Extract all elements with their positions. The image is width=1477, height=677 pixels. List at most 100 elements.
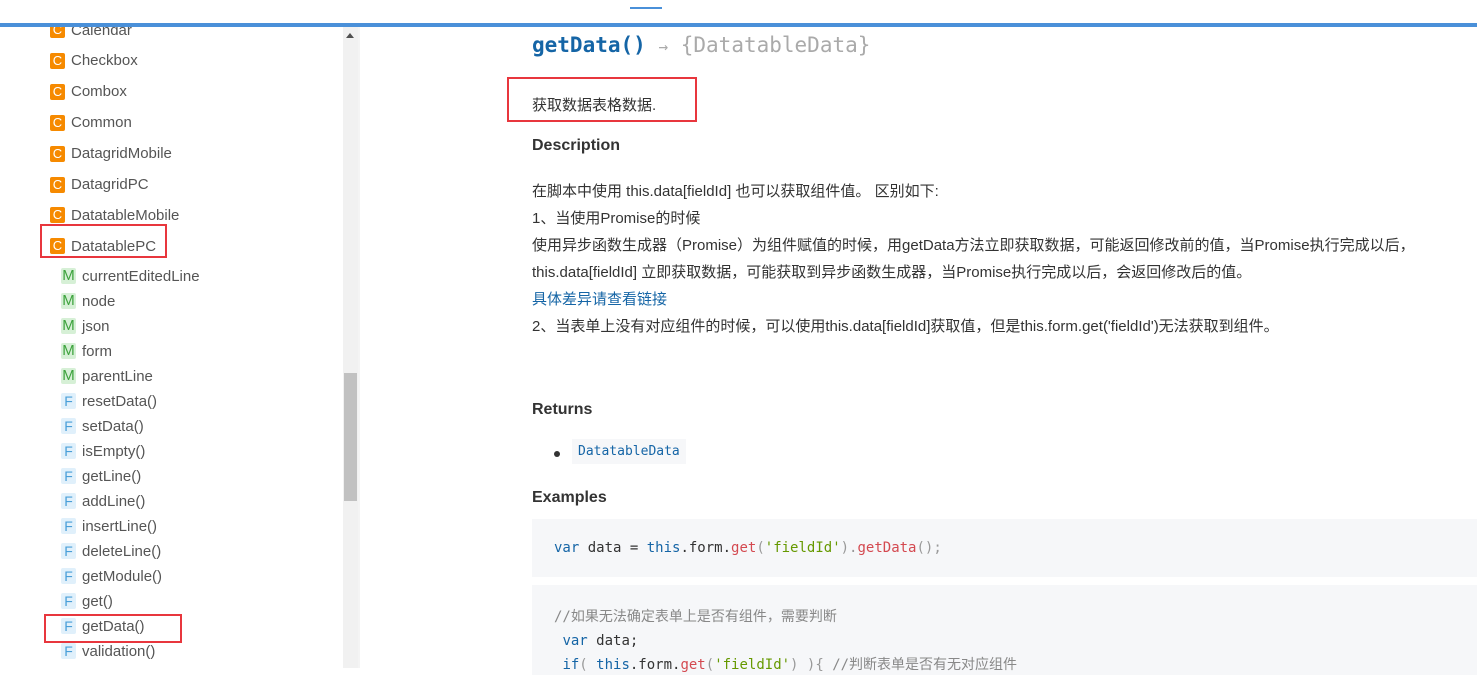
function-icon: F <box>61 568 76 584</box>
sidebar-member-item[interactable]: MparentLine <box>61 365 153 387</box>
return-type-link[interactable]: DatatableData <box>572 439 686 464</box>
member-icon: M <box>61 342 76 359</box>
sidebar-item-label: resetData() <box>82 392 158 410</box>
sidebar-member-item[interactable]: Fvalidation() <box>61 640 155 662</box>
function-icon: F <box>61 543 76 559</box>
class-icon: C <box>50 114 65 131</box>
code-token: ) ){ <box>790 657 833 673</box>
sidebar-item-label: setData() <box>82 417 144 435</box>
method-signature: getData() → {DatatableData} <box>532 33 870 57</box>
sidebar-item-label: DatatableMobile <box>71 206 180 224</box>
function-icon: F <box>61 493 76 509</box>
function-icon: F <box>61 418 76 434</box>
highlight-box <box>44 614 182 643</box>
code-token: data = <box>579 540 647 556</box>
member-icon: M <box>61 367 76 384</box>
sidebar-item-label: json <box>82 317 110 335</box>
active-tab-indicator <box>630 7 662 9</box>
code-token: this <box>596 657 630 673</box>
member-icon: M <box>61 292 76 309</box>
sidebar-member-item[interactable]: Mnode <box>61 290 115 312</box>
description-line: 1、当使用Promise的时候 <box>532 210 701 227</box>
method-name: getData() <box>532 33 646 57</box>
sidebar-class-item[interactable]: C DatagridMobile <box>50 143 172 165</box>
sidebar-member-item[interactable]: FisEmpty() <box>61 440 145 462</box>
sidebar-item-label: Common <box>71 114 132 132</box>
sidebar-class-item[interactable]: C Checkbox <box>50 50 138 72</box>
sidebar-member-item[interactable]: FgetLine() <box>61 465 141 487</box>
code-token: ( <box>579 657 597 673</box>
sidebar-item-label: form <box>82 342 112 360</box>
member-icon: M <box>61 267 76 284</box>
sidebar-member-item[interactable]: FaddLine() <box>61 490 145 512</box>
description-line: this.data[fieldId] 立即获取数据，可能获取到异步函数生成器，当… <box>532 264 1252 281</box>
code-token: .form. <box>680 540 732 556</box>
code-token: (); <box>916 540 942 556</box>
sidebar-item-label: currentEditedLine <box>82 267 200 285</box>
sidebar-item-label: insertLine() <box>82 517 158 535</box>
class-icon: C <box>50 207 65 224</box>
code-example-2: //如果无法确定表单上是否有组件，需要判断 var data; if( this… <box>532 585 1477 675</box>
scroll-up-arrow-icon[interactable] <box>346 33 354 38</box>
sidebar-member-item[interactable]: FinsertLine() <box>61 515 157 537</box>
code-comment: //如果无法确定表单上是否有组件，需要判断 <box>554 609 837 625</box>
code-token: 'fieldId' <box>714 657 791 673</box>
class-icon: C <box>50 27 65 38</box>
divider <box>358 27 360 668</box>
sidebar-member-item[interactable]: FsetData() <box>61 415 144 437</box>
code-token: data; <box>587 633 639 649</box>
function-icon: F <box>61 593 76 609</box>
code-token: get <box>680 657 706 673</box>
sidebar-member-item[interactable]: McurrentEditedLine <box>61 265 200 287</box>
code-token: ( <box>705 657 715 673</box>
scrollbar-thumb[interactable] <box>344 373 357 501</box>
member-icon: M <box>61 317 76 334</box>
code-token: getData <box>857 540 917 556</box>
code-token: ). <box>840 540 858 556</box>
code-token: .form. <box>629 657 681 673</box>
return-type-signature: {DatatableData} <box>680 33 871 57</box>
code-token: if <box>562 657 580 673</box>
code-token: get <box>731 540 757 556</box>
function-icon: F <box>61 443 76 459</box>
sidebar-item-label: getModule() <box>82 567 163 585</box>
sidebar-class-item[interactable]: C Common <box>50 112 132 134</box>
highlight-box <box>40 224 167 258</box>
description-line: 在脚本中使用 this.data[fieldId] 也可以获取组件值。 区别如下… <box>532 183 939 200</box>
sidebar-item-label: Calendar <box>71 27 132 39</box>
code-example-1: var data = this.form.get('fieldId').getD… <box>532 519 1477 577</box>
sidebar-class-item[interactable]: C DatagridPC <box>50 174 149 196</box>
sidebar-class-item[interactable]: C Calendar <box>50 27 132 41</box>
arrow-icon: → <box>658 37 669 56</box>
code-token: ( <box>756 540 765 556</box>
description-line: 2、当表单上没有对应组件的时候，可以使用this.data[fieldId]获取… <box>532 318 1279 335</box>
description-line: 使用异步函数生成器（Promise）为组件赋值的时候，用getData方法立即获… <box>532 237 1415 254</box>
sidebar-member-item[interactable]: Mform <box>61 340 112 362</box>
sidebar-member-item[interactable]: FgetModule() <box>61 565 162 587</box>
sidebar-item-label: Combox <box>71 83 127 101</box>
bullet-icon <box>554 451 560 457</box>
sidebar-item-label: validation() <box>82 642 156 660</box>
code-comment: //判断表单是否有无对应组件 <box>832 657 1018 673</box>
difference-link[interactable]: 具体差异请查看链接 <box>532 288 667 309</box>
examples-heading: Examples <box>532 489 607 506</box>
sidebar-nav: C Calendar C Checkbox C Combox C Common C Datagri… <box>0 27 343 668</box>
sidebar-member-item[interactable]: FdeleteLine() <box>61 540 161 562</box>
sidebar-scrollbar[interactable] <box>343 27 358 668</box>
sidebar-member-item[interactable]: Fget() <box>61 590 113 612</box>
sidebar-item-label: addLine() <box>82 492 146 510</box>
top-header <box>0 0 1477 23</box>
sidebar-member-item[interactable]: Mjson <box>61 315 110 337</box>
highlight-box-summary <box>507 77 697 122</box>
sidebar-item-label: DatagridPC <box>71 176 149 193</box>
sidebar-member-item[interactable]: FresetData() <box>61 390 157 412</box>
sidebar-item-label: isEmpty() <box>82 442 146 460</box>
sidebar-class-item[interactable]: C Combox <box>50 81 127 103</box>
sidebar-item-label: Checkbox <box>71 52 138 70</box>
sidebar-item-label: get() <box>82 592 113 610</box>
class-icon: C <box>50 83 65 100</box>
sidebar-item-label: getLine() <box>82 467 142 485</box>
function-icon: F <box>61 468 76 484</box>
sidebar-item-label: deleteLine() <box>82 542 162 560</box>
returns-heading: Returns <box>532 401 593 418</box>
